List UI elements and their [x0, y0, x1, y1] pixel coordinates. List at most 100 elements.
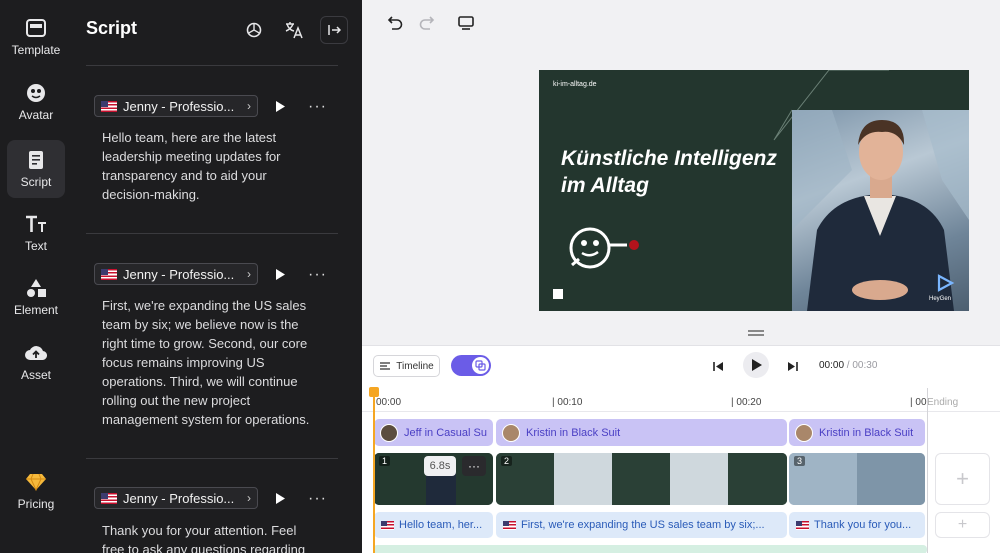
- robot-face-icon: [569, 227, 639, 269]
- nav-rail: Template Avatar Script Text Element Asse…: [0, 0, 72, 553]
- us-flag-icon: [101, 492, 117, 504]
- playhead[interactable]: [369, 387, 379, 553]
- rail-item-script[interactable]: Script: [7, 140, 65, 198]
- ending-divider: [927, 388, 928, 553]
- scene-number: 1: [379, 456, 391, 466]
- slide-title-line1: Künstliche Intelligenz: [561, 147, 777, 170]
- avatar-clip[interactable]: Kristin in Black Suit: [496, 419, 787, 446]
- avatar-thumb: [795, 423, 813, 442]
- scene-frame: [612, 453, 670, 505]
- voice-name: Jenny - Professio...: [123, 266, 235, 282]
- script-block-text[interactable]: Thank you for your attention. Feel free …: [102, 521, 322, 553]
- heygen-logo: HeyGen: [929, 296, 952, 302]
- slide-square: [553, 289, 563, 299]
- divider: [86, 65, 338, 66]
- slide-title-line2: im Alltag: [561, 174, 649, 197]
- rail-item-label: Template: [11, 43, 61, 57]
- skip-forward-icon[interactable]: [785, 359, 799, 373]
- translate-icon[interactable]: [280, 16, 308, 44]
- avatar-clip[interactable]: Jeff in Casual Su: [374, 419, 493, 446]
- slide-preview[interactable]: ki-im-alltag.de Künstliche Intelligenz i…: [539, 70, 969, 311]
- tick-label: | 00:20: [731, 397, 762, 408]
- timeline-label: Timeline: [396, 360, 434, 372]
- rail-item-label: Avatar: [18, 108, 54, 122]
- us-flag-icon: [101, 268, 117, 280]
- skip-back-icon[interactable]: [711, 359, 725, 373]
- rail-item-pricing[interactable]: Pricing: [7, 462, 65, 520]
- us-flag-icon: [101, 100, 117, 112]
- voice-selector[interactable]: Jenny - Professio... ›: [94, 263, 258, 285]
- timeline-button[interactable]: Timeline: [373, 355, 440, 377]
- rail-item-text[interactable]: Text: [7, 204, 65, 262]
- avatar-thumb: [502, 423, 520, 442]
- avatar-clip-label: Jeff in Casual Su: [404, 426, 487, 439]
- element-icon: [25, 277, 47, 299]
- undo-icon[interactable]: [384, 12, 406, 34]
- more-icon[interactable]: ···: [308, 267, 327, 283]
- us-flag-icon: [503, 520, 516, 530]
- toggle-knob: [472, 357, 489, 374]
- duration: / 00:30: [844, 360, 878, 371]
- scene-number: 3: [794, 456, 806, 466]
- play-icon[interactable]: [273, 267, 287, 281]
- script-block-text[interactable]: First, we're expanding the US sales team…: [102, 296, 322, 429]
- text-icon: [25, 213, 47, 235]
- diamond-icon: [25, 471, 47, 493]
- ending-label: Ending: [927, 397, 959, 408]
- template-icon: [25, 17, 47, 39]
- tick-label: | 00:10: [552, 397, 583, 408]
- avatar-clip[interactable]: Kristin in Black Suit: [789, 419, 925, 446]
- more-icon[interactable]: ···: [308, 491, 327, 507]
- rail-item-label: Text: [24, 239, 47, 253]
- scene-duration-badge[interactable]: 6.8s: [424, 456, 456, 476]
- scene-number: 2: [501, 456, 513, 466]
- chevron-right-icon: ›: [247, 267, 251, 281]
- scene-frame: [670, 453, 728, 505]
- script-clip-label: First, we're expanding the US sales team…: [521, 519, 765, 531]
- scene-frame: [857, 453, 925, 505]
- add-scene-button[interactable]: +: [935, 453, 990, 505]
- script-clip[interactable]: Thank you for you...: [789, 512, 925, 538]
- collapse-panel-icon[interactable]: [320, 16, 348, 44]
- scene-more-icon[interactable]: ···: [462, 456, 486, 476]
- play-icon[interactable]: [273, 491, 287, 505]
- voice-selector[interactable]: Jenny - Professio... ›: [94, 95, 258, 117]
- us-flag-icon: [381, 520, 394, 530]
- scene-clip[interactable]: 3: [789, 453, 925, 505]
- rail-item-template[interactable]: Template: [7, 8, 65, 66]
- rail-item-element[interactable]: Element: [7, 268, 65, 326]
- add-script-button[interactable]: +: [935, 512, 990, 538]
- redo-icon[interactable]: [416, 12, 438, 34]
- voice-name: Jenny - Professio...: [123, 490, 235, 506]
- script-block-text[interactable]: Hello team, here are the latest leadersh…: [102, 128, 322, 204]
- heygen-logo-icon: [937, 274, 955, 292]
- time-ruler: 00:00 | 00:10 | 00:20 | 00 Ending: [362, 388, 1000, 412]
- more-icon[interactable]: ···: [308, 99, 327, 115]
- scene-clip[interactable]: 2: [496, 453, 787, 505]
- rail-item-label: Element: [13, 303, 59, 317]
- rail-item-asset[interactable]: Asset: [7, 333, 65, 391]
- script-clip[interactable]: First, we're expanding the US sales team…: [496, 512, 787, 538]
- us-flag-icon: [796, 520, 809, 530]
- rail-item-label: Script: [20, 175, 52, 189]
- play-icon[interactable]: [273, 99, 287, 113]
- tick-label: 00:00: [376, 397, 402, 408]
- scene-frame: [728, 453, 787, 505]
- current-time: 00:00: [819, 360, 845, 371]
- rail-item-label: Asset: [20, 368, 51, 382]
- resize-handle[interactable]: [748, 330, 764, 336]
- script-clip-label: Hello team, her...: [399, 519, 483, 531]
- slide-title: Künstliche Intelligenz im Alltag: [561, 145, 791, 199]
- script-clip[interactable]: Hello team, her...: [374, 512, 493, 538]
- screen-icon[interactable]: [455, 12, 477, 34]
- audio-track[interactable]: [373, 545, 927, 553]
- voice-selector[interactable]: Jenny - Professio... ›: [94, 487, 258, 509]
- timeline-icon: [380, 362, 391, 370]
- rail-item-avatar[interactable]: Avatar: [7, 73, 65, 131]
- openai-icon[interactable]: [240, 16, 268, 44]
- timeline-toggle[interactable]: [451, 355, 491, 376]
- play-button[interactable]: [743, 352, 769, 378]
- chevron-right-icon: ›: [247, 99, 251, 113]
- divider: [86, 458, 338, 459]
- asset-upload-icon: [25, 342, 47, 364]
